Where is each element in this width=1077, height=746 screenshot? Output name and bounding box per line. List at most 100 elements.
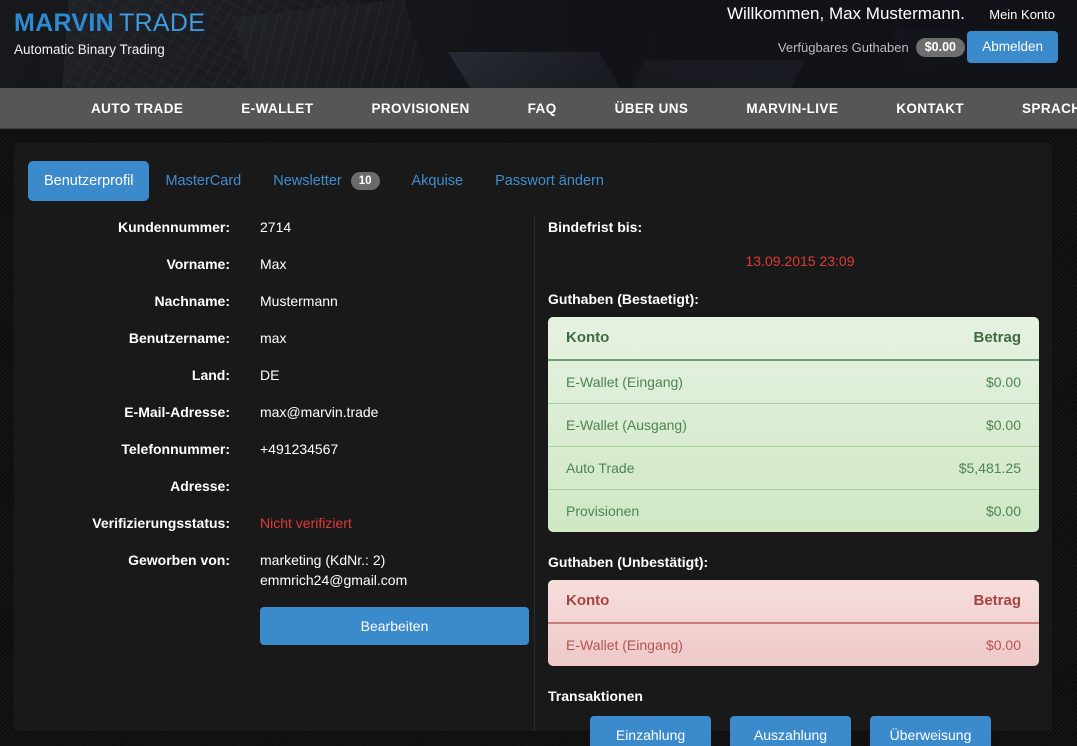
field-verifizierungsstatus: Verifizierungsstatus: Nicht verifiziert: [14, 513, 534, 533]
available-balance-badge: $0.00: [915, 38, 965, 57]
nav-label: SPRACHE: [1022, 100, 1077, 116]
field-value: [230, 476, 264, 496]
nav-label: E-WALLET: [241, 100, 314, 116]
nav-item-kontakt[interactable]: KONTAKT: [867, 88, 993, 129]
cell-account: E-Wallet (Eingang): [566, 637, 683, 653]
field-vorname: Vorname: Max: [14, 254, 534, 274]
brand-logo[interactable]: MARVIN TRADE Automatic Binary Trading: [14, 8, 205, 58]
field-label: Vorname:: [166, 256, 230, 272]
field-label: Verifizierungsstatus:: [92, 515, 230, 531]
edit-button-row: Bearbeiten: [14, 607, 534, 645]
field-geworben-von: Geworben von: marketing (KdNr.: 2) emmri…: [14, 550, 534, 590]
field-value: max@marvin.trade: [260, 404, 379, 420]
column-header-account: Konto: [566, 329, 610, 346]
tab-label: MasterCard: [165, 173, 242, 189]
cell-amount: $0.00: [985, 374, 1021, 390]
nav-item-marvin-live[interactable]: MARVIN-LIVE: [717, 88, 867, 129]
referrer-name: marketing (KdNr.: 2): [260, 552, 386, 568]
nav-label: ÜBER UNS: [614, 100, 689, 116]
verification-status-value: Nicht verifiziert: [260, 515, 352, 531]
bindefrist-value: 13.09.2015 23:09: [745, 253, 855, 269]
unconfirmed-balance-table: Konto Betrag E-Wallet (Eingang) $0.00: [548, 580, 1039, 666]
my-account-link[interactable]: Mein Konto: [989, 7, 1055, 22]
cell-account: E-Wallet (Eingang): [566, 374, 683, 390]
content-panel: Benutzerprofil MasterCard Newsletter 10 …: [14, 143, 1052, 746]
confirmed-balance-label: Guthaben (Bestaetigt):: [548, 291, 699, 307]
cell-amount: $5,481.25: [958, 460, 1021, 476]
bindefrist-label: Bindefrist bis:: [548, 219, 643, 235]
field-value: max: [260, 330, 287, 346]
tab-mastercard[interactable]: MasterCard: [149, 161, 257, 201]
field-value: Mustermann: [260, 293, 338, 309]
table-row: Provisionen $0.00: [548, 489, 1039, 532]
nav-item-faq[interactable]: FAQ: [499, 88, 586, 129]
field-value: +491234567: [260, 441, 339, 457]
deposit-button[interactable]: Einzahlung: [590, 716, 711, 746]
transactions-label: Transaktionen: [548, 688, 643, 704]
profile-tabs: Benutzerprofil MasterCard Newsletter 10 …: [14, 143, 1052, 201]
available-balance-label: Verfügbares Guthaben: [777, 40, 909, 55]
cell-amount: $0.00: [985, 637, 1021, 653]
nav-item-e-wallet[interactable]: E-WALLET: [212, 88, 342, 129]
nav-label: AUTO TRADE: [91, 100, 184, 116]
tab-label: Passwort ändern: [495, 173, 604, 189]
nav-item-ueber-uns[interactable]: ÜBER UNS: [586, 88, 718, 129]
table-header-row: Konto Betrag: [548, 317, 1039, 361]
nav-label: MARVIN-LIVE: [746, 100, 839, 116]
brand-secondary-text: TRADE: [118, 9, 206, 37]
column-header-amount: Betrag: [973, 329, 1021, 346]
field-label: E-Mail-Adresse:: [124, 404, 230, 420]
withdraw-button[interactable]: Auszahlung: [730, 716, 851, 746]
field-kundennummer: Kundennummer: 2714: [14, 217, 534, 237]
nav-item-sprache[interactable]: SPRACHE: [993, 88, 1077, 129]
transfer-button[interactable]: Überweisung: [870, 716, 991, 746]
field-value: Max: [260, 256, 287, 272]
field-email: E-Mail-Adresse: max@marvin.trade: [14, 402, 534, 422]
balances-column: Bindefrist bis: 13.09.2015 23:09 Guthabe…: [535, 217, 1052, 746]
nav-item-auto-trade[interactable]: AUTO TRADE: [62, 88, 212, 129]
tab-benutzerprofil[interactable]: Benutzerprofil: [28, 161, 150, 201]
cell-account: Provisionen: [566, 503, 640, 519]
field-label: Telefonnummer:: [121, 441, 230, 457]
field-benutzername: Benutzername: max: [14, 328, 534, 348]
referrer-email: emmrich24@gmail.com: [260, 572, 408, 588]
field-label: Adresse:: [170, 478, 230, 494]
available-balance: Verfügbares Guthaben $0.00: [778, 38, 965, 57]
nav-label: PROVISIONEN: [371, 100, 470, 116]
header-account-area: Willkommen, Max Mustermann. Verfügbares …: [657, 0, 1077, 88]
tab-passwort-aendern[interactable]: Passwort ändern: [479, 161, 620, 201]
tab-label: Newsletter: [273, 173, 342, 189]
field-land: Land: DE: [14, 365, 534, 385]
nav-label: FAQ: [527, 100, 557, 116]
logout-button[interactable]: Abmelden: [967, 31, 1058, 63]
tab-label: Benutzerprofil: [44, 173, 134, 189]
tab-akquise[interactable]: Akquise: [396, 161, 480, 201]
field-label: Kundennummer:: [118, 219, 230, 235]
field-value: 2714: [260, 219, 292, 235]
cell-amount: $0.00: [985, 503, 1021, 519]
table-row: E-Wallet (Eingang) $0.00: [548, 624, 1039, 666]
brand-primary-text: MARVIN: [14, 9, 114, 37]
table-row: E-Wallet (Ausgang) $0.00: [548, 403, 1039, 446]
main-navigation: AUTO TRADE E-WALLET PROVISIONEN FAQ ÜBER…: [0, 88, 1077, 129]
edit-profile-button[interactable]: Bearbeiten: [260, 607, 529, 645]
nav-item-provisionen[interactable]: PROVISIONEN: [342, 88, 498, 129]
brand-title: MARVIN TRADE: [14, 8, 205, 38]
welcome-message: Willkommen, Max Mustermann.: [726, 4, 965, 23]
table-row: E-Wallet (Eingang) $0.00: [548, 361, 1039, 403]
nav-label: KONTAKT: [896, 100, 965, 116]
table-row: Auto Trade $5,481.25: [548, 446, 1039, 489]
field-value: DE: [260, 367, 280, 383]
field-value: marketing (KdNr.: 2) emmrich24@gmail.com: [230, 550, 407, 590]
brand-tagline: Automatic Binary Trading: [14, 42, 165, 57]
table-header-row: Konto Betrag: [548, 580, 1039, 624]
field-nachname: Nachname: Mustermann: [14, 291, 534, 311]
field-adresse: Adresse:: [14, 476, 534, 496]
newsletter-count-badge: 10: [350, 172, 380, 190]
transaction-buttons: Einzahlung Auszahlung Überweisung: [548, 716, 1052, 746]
profile-details-column: Kundennummer: 2714 Vorname: Max Nachname…: [14, 217, 535, 731]
cell-amount: $0.00: [985, 417, 1021, 433]
panel-columns: Kundennummer: 2714 Vorname: Max Nachname…: [14, 201, 1052, 746]
tab-newsletter[interactable]: Newsletter 10: [257, 161, 395, 201]
field-label: Nachname:: [154, 293, 230, 309]
